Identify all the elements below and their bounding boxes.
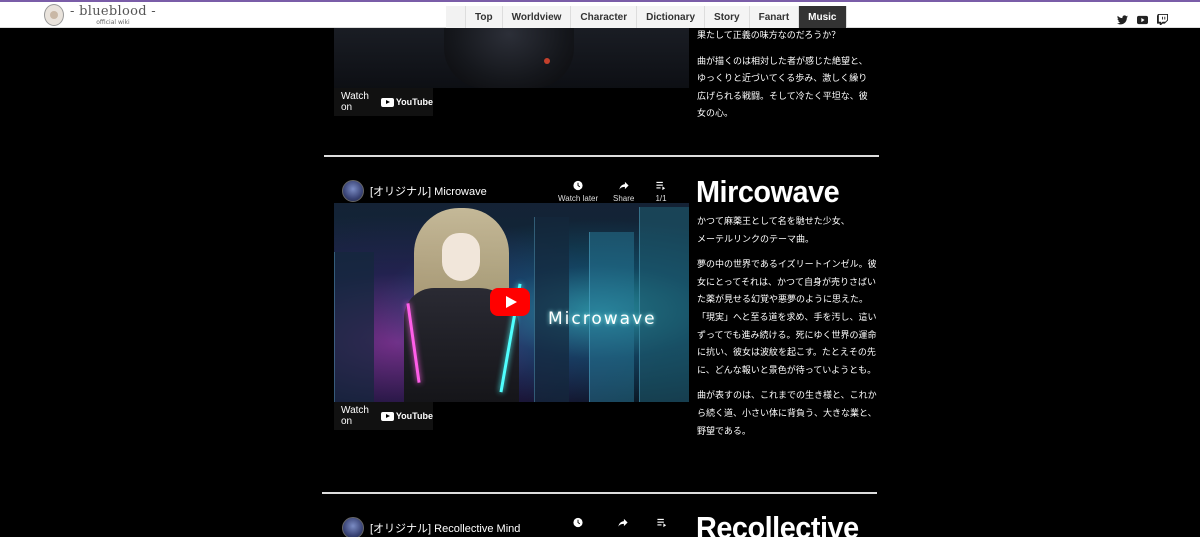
song-description-1: 果たして正義の味方なのだろうか？ 曲が描くのは相対した者が感じた絶望と、ゆっくり… xyxy=(697,28,879,132)
video-header: [オリジナル] Microwave xyxy=(334,178,689,204)
video-thumbnail-previous[interactable] xyxy=(334,28,689,88)
nav-dictionary[interactable]: Dictionary xyxy=(637,6,706,28)
nav-top[interactable]: Top xyxy=(466,6,503,28)
playlist-icon xyxy=(657,518,667,528)
twitter-icon[interactable] xyxy=(1117,10,1128,25)
youtube-logo-text: YouTube xyxy=(395,97,433,107)
playlist-button[interactable] xyxy=(656,517,668,531)
description-paragraph: 夢の中の世界であるイズリートインゼル。彼女にとってそれは、かつて自身が売りさばい… xyxy=(697,260,877,306)
watch-on-youtube-button-1[interactable]: Watch on YouTube xyxy=(334,88,433,116)
video-title[interactable]: [オリジナル] Recollective Mind xyxy=(370,520,520,536)
share-button[interactable] xyxy=(617,517,629,531)
watch-on-label: Watch on xyxy=(341,91,369,113)
youtube-logo-icon: YouTube xyxy=(380,411,433,421)
section-divider xyxy=(322,492,877,494)
thumbnail-building xyxy=(334,252,374,402)
twitch-icon[interactable] xyxy=(1157,10,1168,25)
description-paragraph: 果たして正義の味方なのだろうか？ xyxy=(697,31,841,41)
thumbnail-building xyxy=(639,207,689,402)
description-paragraph: 曲が表すのは、これまでの生き様と、これから続く道、小さい体に背負う、大きな業と、… xyxy=(697,391,877,437)
share-button[interactable]: Share xyxy=(613,180,634,203)
description-paragraph: 「現実」へと至る道を求め、手を汚し、這いずってでも進み続ける。死にゆく世界の運命… xyxy=(697,312,877,376)
thumbnail-red-light xyxy=(544,58,550,64)
playlist-icon xyxy=(656,181,666,191)
main-nav: Top Worldview Character Dictionary Story… xyxy=(446,6,847,28)
nav-fanart[interactable]: Fanart xyxy=(749,6,800,28)
youtube-logo-text: YouTube xyxy=(395,411,433,421)
channel-avatar[interactable] xyxy=(342,180,364,202)
clock-icon xyxy=(573,180,583,191)
playlist-button[interactable]: 1/1 xyxy=(655,180,667,203)
thumbnail-title-text: Microwave xyxy=(548,309,657,329)
video-header: [オリジナル] Recollective Mind xyxy=(334,515,689,537)
watch-later-button[interactable] xyxy=(572,517,584,531)
song-title-microwave: Mircowave xyxy=(696,174,840,209)
watch-later-label: Watch later xyxy=(558,194,599,203)
thumbnail-figure xyxy=(444,28,574,88)
playlist-count: 1/1 xyxy=(655,194,667,203)
youtube-play-button[interactable] xyxy=(490,288,530,316)
description-paragraph: かつて麻薬王として名を馳せた少女、メーテルリンクのテーマ曲。 xyxy=(697,217,850,245)
top-navbar: - blueblood - official wiki Top Worldvie… xyxy=(0,0,1200,28)
watch-on-label: Watch on xyxy=(341,405,369,427)
description-paragraph: 曲が描くのは相対した者が感じた絶望と、ゆっくりと近づいてくる歩み、激しく繰り広げ… xyxy=(697,56,868,120)
song-description-2: かつて麻薬王として名を馳せた少女、メーテルリンクのテーマ曲。 夢の中の世界である… xyxy=(697,214,879,449)
youtube-icon[interactable] xyxy=(1137,10,1148,25)
video-title[interactable]: [オリジナル] Microwave xyxy=(370,183,487,199)
site-logo[interactable]: - blueblood - official wiki xyxy=(44,2,156,28)
nav-spacer xyxy=(446,6,466,28)
section-divider xyxy=(324,155,879,157)
nav-worldview[interactable]: Worldview xyxy=(502,6,572,28)
clock-icon xyxy=(573,517,583,528)
social-links xyxy=(1117,10,1168,25)
share-icon xyxy=(619,181,629,190)
nav-music[interactable]: Music xyxy=(799,6,847,28)
logo-title: - blueblood - xyxy=(70,3,156,19)
watch-later-button[interactable]: Watch later xyxy=(558,180,598,203)
watch-on-youtube-button-2[interactable]: Watch on YouTube xyxy=(334,402,433,430)
logo-mascot-icon xyxy=(44,4,64,26)
nav-story[interactable]: Story xyxy=(705,6,750,28)
nav-character[interactable]: Character xyxy=(571,6,638,28)
share-label: Share xyxy=(613,194,635,203)
thumbnail-character-face xyxy=(442,233,480,281)
song-title-recollective: Recollective xyxy=(696,510,859,537)
logo-subtitle: official wiki xyxy=(96,18,130,26)
youtube-logo-icon: YouTube xyxy=(380,97,433,107)
share-icon xyxy=(618,518,628,527)
channel-avatar[interactable] xyxy=(342,517,364,537)
